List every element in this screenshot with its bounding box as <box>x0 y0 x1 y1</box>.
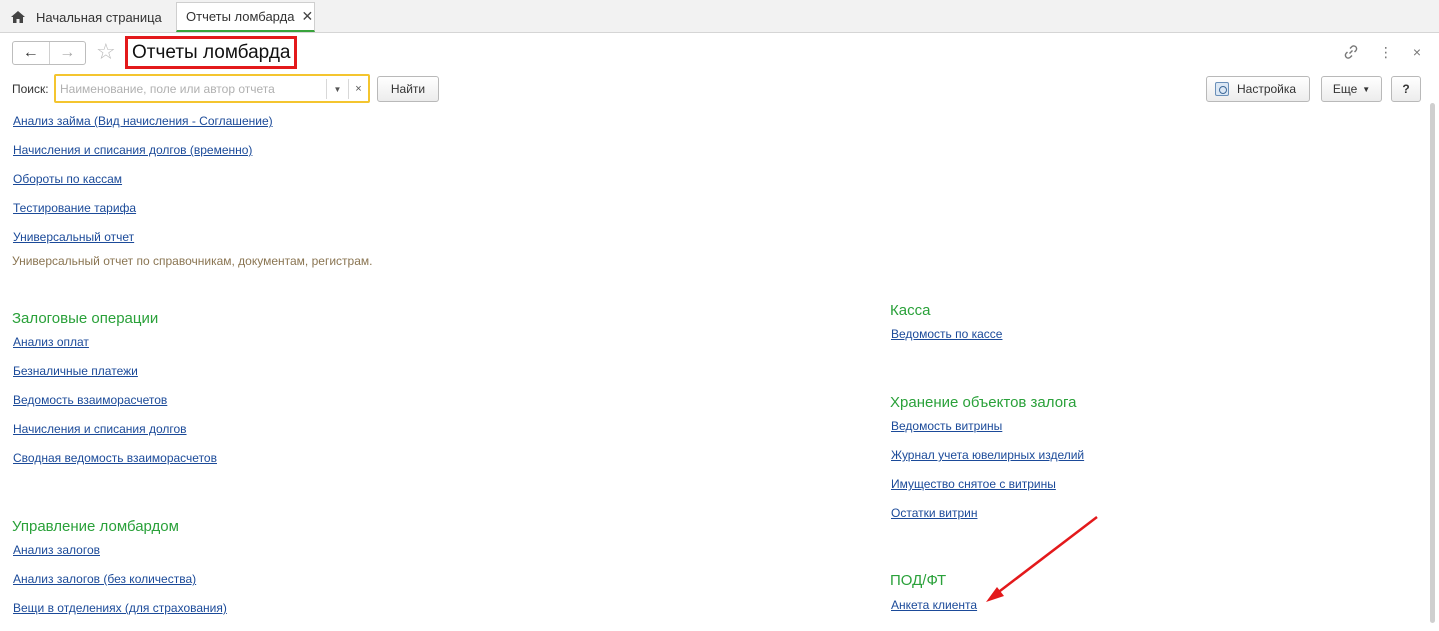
vertical-scrollbar[interactable] <box>1428 95 1437 631</box>
close-tab-icon[interactable]: ✕ <box>301 8 313 25</box>
group-title-pledge: Залоговые операции <box>12 310 159 327</box>
report-link[interactable]: Анализ залогов (без количества) <box>13 572 196 586</box>
forward-button[interactable]: → <box>48 42 86 64</box>
report-link[interactable]: Вещи в отделениях (для страхования) <box>13 601 227 615</box>
report-link[interactable]: Начисления и списания долгов (временно) <box>13 143 252 157</box>
close-window-icon[interactable]: × <box>1413 44 1421 63</box>
report-link[interactable]: Остатки витрин <box>891 506 977 520</box>
page-title-highlight: Отчеты ломбарда <box>125 36 298 69</box>
report-link[interactable]: Ведомость взаиморасчетов <box>13 393 167 407</box>
report-link[interactable]: Анализ оплат <box>13 335 89 349</box>
report-link[interactable]: Тестирование тарифа <box>13 201 136 215</box>
link-icon[interactable] <box>1343 44 1359 63</box>
report-description: Универсальный отчет по справочникам, док… <box>12 254 373 268</box>
settings-button[interactable]: Настройка <box>1206 76 1310 102</box>
report-link[interactable]: Анализ займа (Вид начисления - Соглашени… <box>13 114 273 128</box>
report-link[interactable]: Универсальный отчет <box>13 230 134 244</box>
back-button[interactable]: ← <box>13 42 49 64</box>
search-clear-icon[interactable]: × <box>348 79 368 99</box>
header-actions: ⋮ × <box>1343 44 1421 63</box>
search-dropdown-icon[interactable]: ▼ <box>326 79 348 99</box>
tab-home-label: Начальная страница <box>36 9 162 25</box>
find-button[interactable]: Найти <box>377 76 439 102</box>
report-link[interactable]: Начисления и списания долгов <box>13 422 187 436</box>
group-title-cash: Касса <box>890 302 931 319</box>
settings-button-label: Настройка <box>1237 82 1297 96</box>
help-button[interactable]: ? <box>1391 76 1421 102</box>
search-label: Поиск: <box>12 82 49 96</box>
report-link[interactable]: Имущество снятое с витрины <box>891 477 1056 491</box>
group-title-management: Управление ломбардом <box>12 518 179 535</box>
settings-icon <box>1215 82 1229 96</box>
chevron-down-icon: ▼ <box>1362 84 1371 94</box>
tab-pawnshop-reports[interactable]: Отчеты ломбарда ✕ <box>176 2 315 32</box>
tab-pawnshop-reports-label: Отчеты ломбарда <box>186 9 295 24</box>
tab-home[interactable]: Начальная страница <box>0 2 173 32</box>
report-link[interactable]: Обороты по кассам <box>13 172 122 186</box>
home-icon <box>10 10 26 24</box>
reports-panel: Анализ займа (Вид начисления - Соглашени… <box>0 110 1428 631</box>
group-title-storage: Хранение объектов залога <box>890 394 1077 411</box>
page-title: Отчеты ломбарда <box>132 41 291 63</box>
favorite-star-icon[interactable]: ☆ <box>96 40 116 64</box>
tab-bar: Начальная страница Отчеты ломбарда ✕ <box>0 0 1439 33</box>
more-button-label: Еще <box>1332 82 1358 96</box>
group-title-aml: ПОД/ФТ <box>890 572 947 589</box>
search-input[interactable] <box>60 80 322 98</box>
report-link[interactable]: Ведомость по кассе <box>891 327 1002 341</box>
more-vertical-icon[interactable]: ⋮ <box>1379 44 1393 63</box>
history-navigation: ← → <box>12 41 86 65</box>
report-link[interactable]: Ведомость витрины <box>891 419 1002 433</box>
scrollbar-thumb[interactable] <box>1430 103 1435 623</box>
more-button[interactable]: Еще ▼ <box>1321 76 1382 102</box>
report-link[interactable]: Безналичные платежи <box>13 364 138 378</box>
report-link-client-questionnaire[interactable]: Анкета клиента <box>891 598 977 612</box>
report-link[interactable]: Сводная ведомость взаиморасчетов <box>13 451 217 465</box>
report-link[interactable]: Журнал учета ювелирных изделий <box>891 448 1084 462</box>
report-link[interactable]: Анализ залогов <box>13 543 100 557</box>
search-field: ▼ × <box>54 74 370 103</box>
